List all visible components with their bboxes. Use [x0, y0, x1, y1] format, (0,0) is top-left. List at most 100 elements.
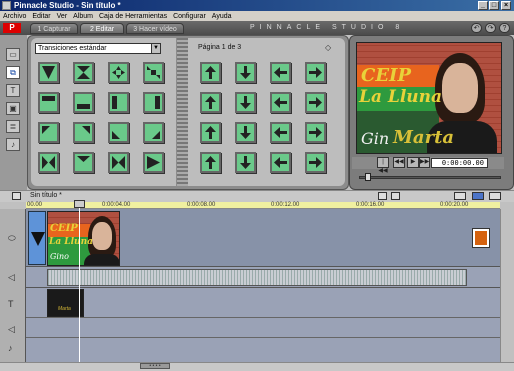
left-transition-tile[interactable] — [73, 122, 94, 143]
timeline-ruler[interactable] — [26, 202, 500, 209]
player-scrubber[interactable] — [359, 176, 501, 179]
transition-icon — [110, 154, 127, 171]
transition-icon — [307, 64, 324, 81]
left-transition-tile[interactable] — [143, 92, 164, 113]
help-icon[interactable]: ? — [499, 23, 510, 33]
transition-icon — [75, 94, 92, 111]
next-page-icon[interactable]: ◇ — [325, 43, 331, 52]
movie-window-icon[interactable] — [12, 192, 21, 200]
fast-forward-icon[interactable]: ▶▶ — [419, 157, 430, 168]
timeline-right-panel — [500, 209, 514, 362]
app-icon — [2, 1, 11, 10]
scrubber-handle[interactable] — [365, 173, 371, 181]
menus-icon[interactable]: ≣ — [6, 120, 20, 133]
left-transition-tile[interactable] — [108, 152, 129, 173]
transition-icon — [110, 124, 127, 141]
ruler-label: 0:00:16.00 — [356, 202, 385, 208]
transition-icon — [40, 94, 57, 111]
menu-bar: Archivo Editar Ver Album Caja de Herramienta… — [0, 11, 514, 21]
toolbox-icon[interactable] — [378, 192, 387, 200]
right-transition-tile[interactable] — [270, 62, 291, 83]
left-transition-tile[interactable] — [143, 152, 164, 173]
music-track[interactable] — [26, 338, 500, 362]
right-transition-tile[interactable] — [235, 92, 256, 113]
sound-effects-track[interactable] — [26, 318, 500, 338]
left-transition-tile[interactable] — [143, 62, 164, 83]
clip-overlay-2: La Lluna — [49, 237, 93, 247]
left-transition-tile[interactable] — [108, 122, 129, 143]
music-track-icon[interactable]: ♪ — [8, 343, 13, 353]
right-transition-tile[interactable] — [235, 152, 256, 173]
sound-effects-icon[interactable]: ♪ — [6, 138, 20, 151]
transition-icon — [40, 124, 57, 141]
left-transition-tile[interactable] — [38, 62, 59, 83]
ruler-label: 0:00:04.00 — [102, 202, 131, 208]
rewind-icon[interactable]: ◀◀ — [393, 157, 405, 168]
redo-icon[interactable]: ↷ — [485, 23, 496, 33]
maximize-button[interactable]: □ — [489, 1, 499, 10]
go-start-icon[interactable]: |◀◀ — [377, 157, 389, 174]
chevron-down-icon[interactable]: ▼ — [151, 44, 160, 53]
transition-category-select[interactable]: Transiciones estándar ▼ — [35, 43, 161, 54]
right-transition-tile[interactable] — [305, 92, 326, 113]
left-transition-tile[interactable] — [143, 122, 164, 143]
undo-icon[interactable]: ↶ — [471, 23, 482, 33]
timeline-view-icon[interactable] — [472, 192, 484, 200]
end-marker-icon[interactable] — [473, 229, 489, 247]
timecode-field[interactable]: 0:00:00.00 — [431, 158, 488, 168]
right-transition-tile[interactable] — [200, 152, 221, 173]
close-button[interactable]: × — [501, 1, 511, 10]
tab-capturar[interactable]: 1 Capturar — [30, 23, 78, 34]
right-transition-tile[interactable] — [305, 152, 326, 173]
audio-waveform-clip[interactable] — [47, 269, 467, 286]
right-transition-tile[interactable] — [305, 62, 326, 83]
title-track[interactable] — [26, 288, 500, 318]
text-view-icon[interactable] — [489, 192, 501, 200]
minimize-button[interactable]: _ — [478, 1, 488, 10]
left-transition-tile[interactable] — [108, 62, 129, 83]
right-transition-tile[interactable] — [235, 62, 256, 83]
title-overlay-icon[interactable]: T — [8, 299, 14, 309]
transition-icon — [202, 94, 219, 111]
original-audio-icon[interactable]: ◁ — [8, 272, 15, 283]
playhead-handle[interactable] — [74, 200, 85, 208]
sound-effect-track-icon[interactable]: ◁ — [8, 324, 15, 335]
left-transition-tile[interactable] — [38, 152, 59, 173]
storyboard-view-icon[interactable] — [454, 192, 466, 200]
right-transition-tile[interactable] — [235, 122, 256, 143]
left-transition-tile[interactable] — [73, 152, 94, 173]
tab-editar[interactable]: 2 Editar — [80, 23, 124, 34]
transition-category-value: Transiciones estándar — [38, 45, 107, 52]
titles-icon[interactable]: T — [6, 84, 20, 97]
left-transition-tile[interactable] — [108, 92, 129, 113]
project-title: Sin título * — [30, 192, 62, 199]
right-transition-tile[interactable] — [200, 122, 221, 143]
right-transition-tile[interactable] — [270, 122, 291, 143]
still-images-icon[interactable]: ▣ — [6, 102, 20, 115]
timeline-scrollbar[interactable] — [0, 362, 514, 371]
scrollbar-thumb[interactable]: • • • • — [140, 363, 170, 369]
playhead-line[interactable] — [79, 202, 80, 362]
transitions-icon[interactable]: ⧉ — [6, 66, 20, 79]
right-transition-tile[interactable] — [200, 92, 221, 113]
right-transition-tile[interactable] — [200, 62, 221, 83]
tab-hacer-video[interactable]: 3 Hacer vídeo — [126, 23, 184, 34]
transition-icon — [75, 154, 92, 171]
video-scenes-icon[interactable]: ▭ — [6, 48, 20, 61]
video-clip[interactable]: CEIP La Lluna Gino — [47, 211, 120, 266]
left-transition-tile[interactable] — [73, 92, 94, 113]
transition-icon — [272, 124, 289, 141]
right-transition-tile[interactable] — [270, 152, 291, 173]
left-transition-tile[interactable] — [73, 62, 94, 83]
transition-clip[interactable] — [28, 211, 46, 265]
right-transition-tile[interactable] — [305, 122, 326, 143]
play-icon[interactable]: ▶ — [407, 157, 419, 168]
ruler-label: 0:00:12.00 — [271, 202, 300, 208]
left-transition-tile[interactable] — [38, 122, 59, 143]
trash-icon[interactable] — [391, 192, 400, 200]
left-transition-tile[interactable] — [38, 92, 59, 113]
ruler-label: 0:00:08.00 — [187, 202, 216, 208]
video-track-icon[interactable]: ⬭ — [8, 233, 16, 244]
transition-icon — [307, 94, 324, 111]
right-transition-tile[interactable] — [270, 92, 291, 113]
